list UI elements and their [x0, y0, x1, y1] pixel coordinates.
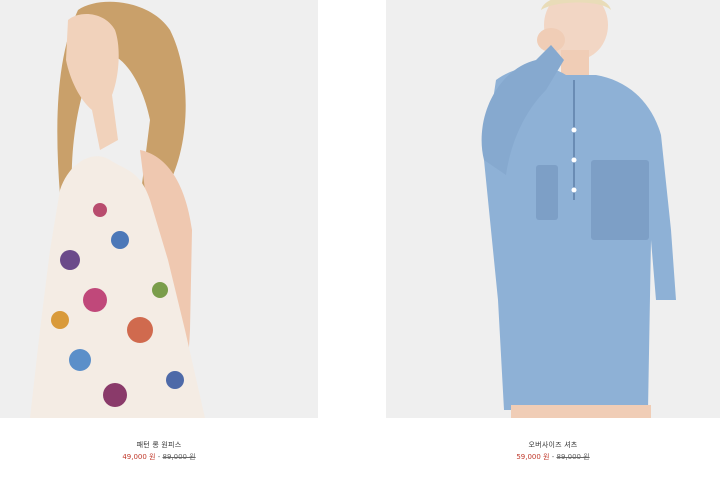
sale-price: 59,000 원	[516, 453, 550, 461]
product-name[interactable]: 패턴 롱 원피스	[0, 440, 318, 450]
product-price: 59,000 원 - 89,000 원	[386, 452, 720, 462]
denim-shirt-photo-icon	[386, 0, 720, 418]
product-info: 오버사이즈 셔츠 59,000 원 - 89,000 원	[386, 440, 720, 462]
original-price: 89,000 원	[556, 453, 590, 461]
product-card-floral-dress[interactable]: 패턴 롱 원피스 49,000 원 - 89,000 원	[0, 0, 318, 486]
product-price: 49,000 원 - 89,000 원	[0, 452, 318, 462]
original-price: 89,000 원	[162, 453, 196, 461]
product-image[interactable]	[386, 0, 720, 418]
product-info: 패턴 롱 원피스 49,000 원 - 89,000 원	[0, 440, 318, 462]
floral-dress-photo-icon	[0, 0, 318, 418]
product-card-denim-shirt[interactable]: 오버사이즈 셔츠 59,000 원 - 89,000 원	[386, 0, 720, 486]
product-name[interactable]: 오버사이즈 셔츠	[386, 440, 720, 450]
sale-price: 49,000 원	[122, 453, 156, 461]
product-image[interactable]	[0, 0, 318, 418]
product-grid: 패턴 롱 원피스 49,000 원 - 89,000 원 오버사이즈 셔츠 59…	[0, 0, 720, 486]
